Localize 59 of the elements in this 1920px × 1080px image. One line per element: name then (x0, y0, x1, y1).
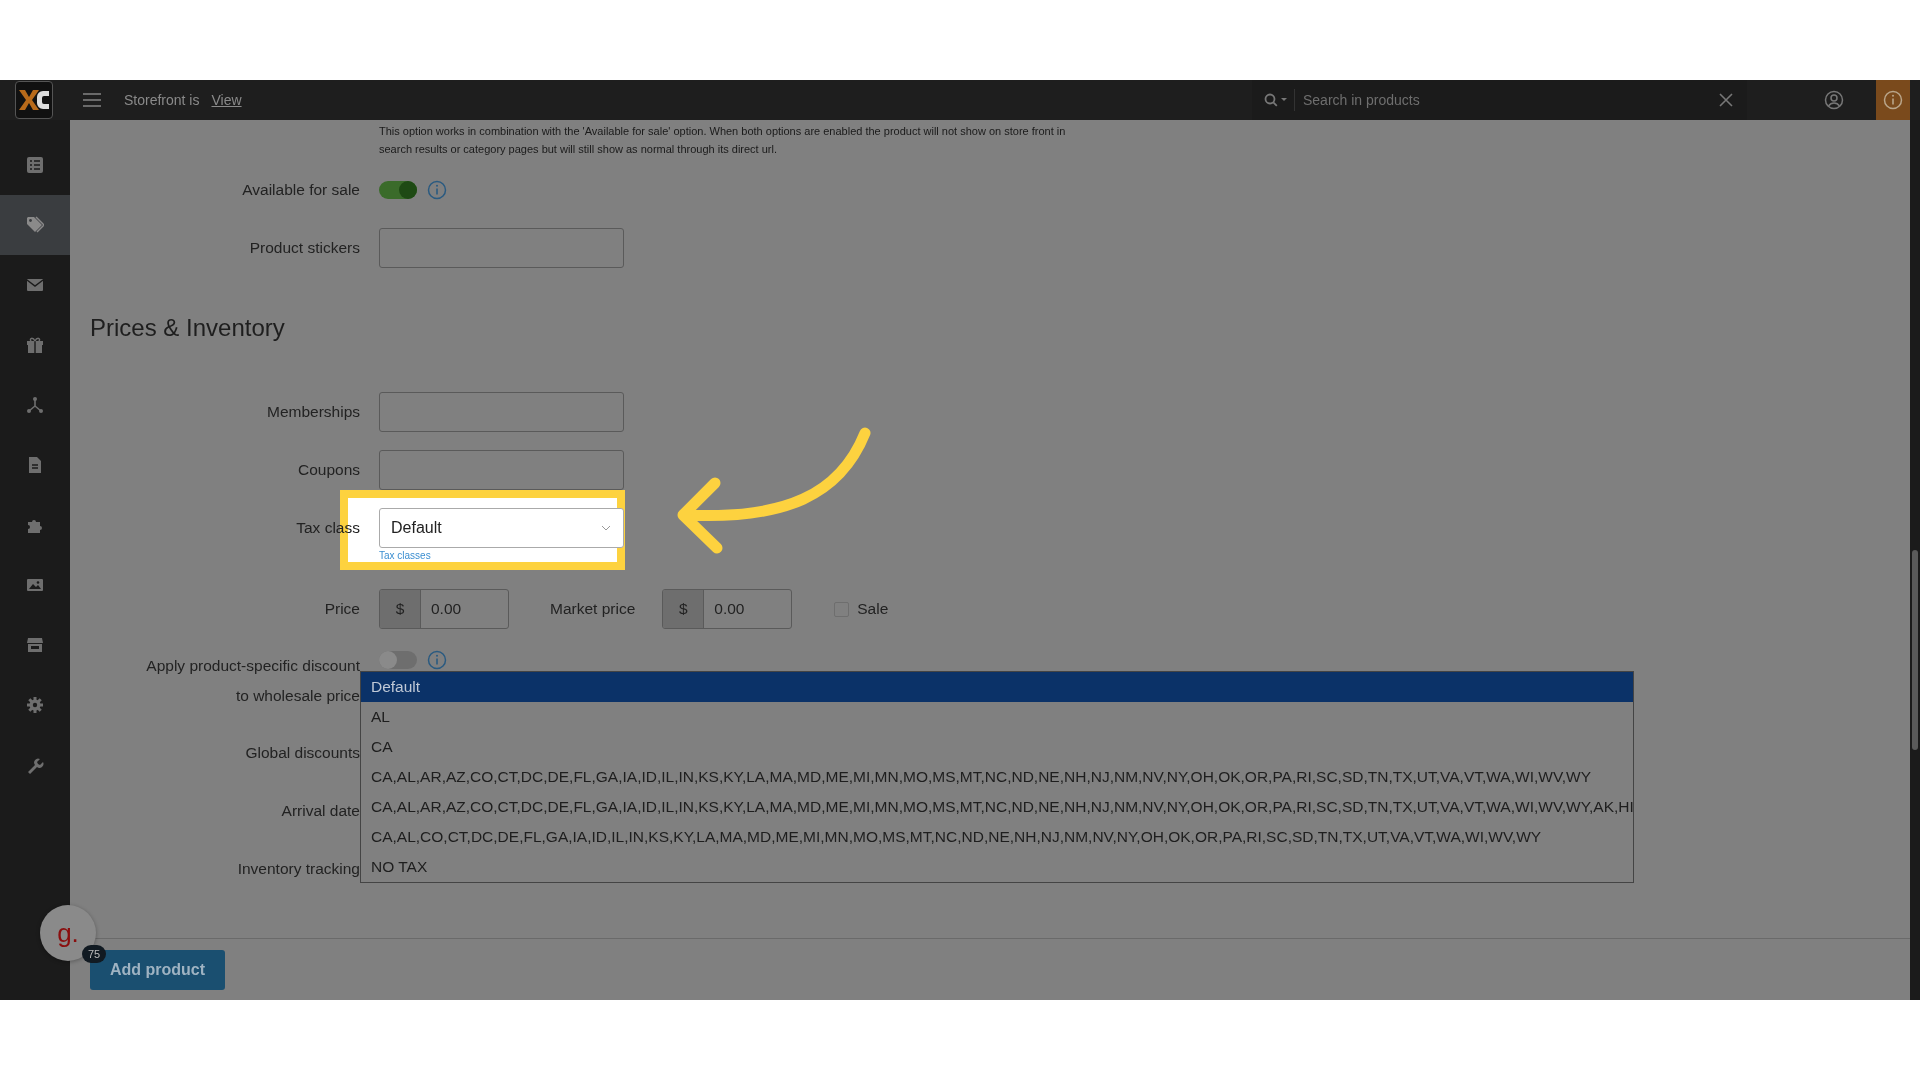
field-label: Price (323, 600, 360, 618)
settings-icon (26, 696, 44, 714)
tags-icon (26, 216, 44, 234)
help-text: This option works in combination with the 'Available for sale' option. When both options are enabled the product will not show on store front in search results or category pages but will still show as normal through its direct url. (379, 124, 1067, 157)
info-button[interactable] (1876, 80, 1910, 120)
info-icon[interactable] (1883, 90, 1903, 110)
field-label: Global discounts (244, 744, 360, 762)
price-field[interactable]: $ 0.00 (662, 589, 793, 629)
view-link[interactable]: View (211, 92, 242, 108)
menu-icon[interactable] (83, 93, 101, 107)
field-label: Memberships (265, 403, 360, 421)
chevron-icon (601, 525, 611, 531)
currency-addon: $ (380, 590, 421, 628)
checkbox-label: Sale (857, 600, 889, 618)
dropdown-option[interactable]: CA,AL,AR,AZ,CO,CT,DC,DE,FL,GA,IA,ID,IL,IN,KS,KY,LA,MA,MD,ME,MI,MN,MO,MS,MT,NC,ND,NE,NH,NJ,NM,NV,NY,OH,OK,OR,PA,RI,SC,SD,TN,TX,UT,VA,VT,WA,WI,WV,WY (361, 762, 1633, 792)
select-field[interactable]: Default (379, 508, 624, 548)
toggle-switch[interactable] (379, 181, 417, 199)
dropdown-option[interactable]: CA,AL,AR,AZ,CO,CT,DC,DE,FL,GA,IA,ID,IL,IN,KS,KY,LA,MA,MD,ME,MI,MN,MO,MS,MT,NC,ND,NE,NH,NJ,NM,NV,NY,OH,OK,OR,PA,RI,SC,SD,TN,TX,UT,VA,VT,WA,WI,WV,WY,AK,HI (361, 792, 1633, 822)
info-icon[interactable] (427, 180, 447, 200)
image-icon (26, 576, 44, 594)
field-label: Tax class (295, 519, 360, 537)
info-icon[interactable] (427, 650, 447, 670)
field-label: Coupons (296, 461, 360, 479)
field-label: Market price (550, 600, 636, 618)
field-label: Inventory tracking (236, 860, 360, 878)
dropdown-option[interactable]: Default (361, 672, 1633, 702)
dropdown-option[interactable]: CA (361, 732, 1633, 762)
field-label: Available for sale (241, 181, 360, 199)
currency-addon: $ (663, 590, 705, 628)
field-label: Arrival date (280, 802, 360, 820)
close-icon[interactable] (1719, 93, 1733, 107)
scrollbar-thumb[interactable] (1912, 550, 1918, 750)
scrollbar[interactable] (1910, 120, 1920, 1000)
list-icon (26, 156, 44, 174)
toggle-switch[interactable] (379, 651, 417, 669)
document-icon (26, 456, 44, 474)
field-label: Apply product-specific discount to wholesale price (145, 656, 360, 706)
dropdown-option[interactable]: CA,AL,CO,CT,DC,DE,FL,GA,IA,ID,IL,IN,KS,KY,LA,MA,MD,ME,MI,MN,MO,MS,MT,NC,ND,NE,NH,NJ,NM,NV,NY,OH,OK,OR,PA,RI,SC,SD,TN,TX,UT,VA,VT,WA,WI,WV,WY (361, 822, 1633, 852)
section-heading: Prices & Inventory (90, 313, 286, 343)
text-field[interactable] (379, 228, 624, 268)
count-badge: 75 (82, 945, 107, 963)
store-icon (26, 636, 44, 654)
text-field[interactable] (379, 450, 624, 490)
tax-classes-link[interactable]: Tax classes (379, 549, 624, 562)
sidebar-item[interactable] (0, 195, 70, 255)
dropdown-option[interactable]: NO TAX (361, 852, 1633, 882)
user-icon[interactable] (1824, 90, 1844, 110)
field-label: Product stickers (248, 239, 360, 257)
search-icon[interactable] (1264, 93, 1288, 107)
search-input[interactable]: Search in products (1301, 91, 1719, 109)
text-field[interactable] (379, 392, 624, 432)
dropdown-option[interactable]: AL (361, 702, 1633, 732)
envelope-icon (26, 276, 44, 294)
gift-icon (26, 336, 44, 354)
network-icon (26, 396, 44, 414)
price-field[interactable]: $ 0.00 (379, 589, 509, 629)
wrench-icon (26, 756, 44, 774)
logo-icon[interactable] (15, 81, 53, 119)
storefront-label: Storefront is (124, 92, 200, 108)
